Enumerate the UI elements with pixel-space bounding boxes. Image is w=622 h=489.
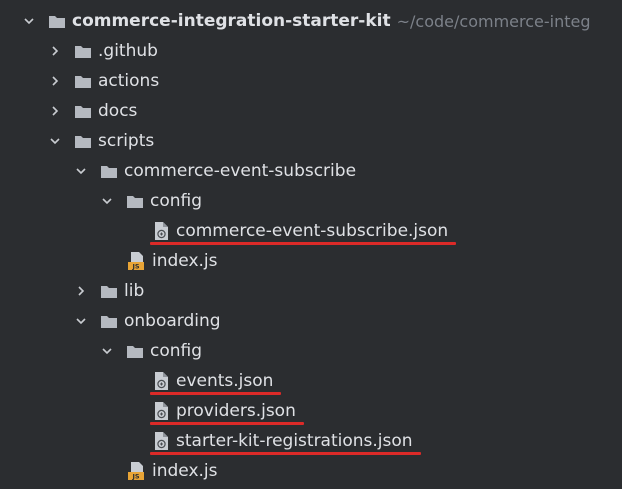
folder-icon [100,314,118,328]
folder-icon [100,164,118,178]
project-path: ~/code/commerce-integ [396,11,591,31]
tree-row-lib[interactable]: lib [0,276,622,306]
tree-row-config[interactable]: config [0,336,622,366]
chevron-down-icon[interactable] [100,194,114,208]
folder-icon [126,194,144,208]
tree-row-docs[interactable]: docs [0,96,622,126]
folder-icon [74,74,92,88]
tree-row-config[interactable]: config [0,186,622,216]
chevron-down-icon[interactable] [22,14,36,28]
tree-row-index-js[interactable]: JS index.js [0,456,622,486]
folder-icon [100,284,118,298]
folder-icon [48,14,66,28]
chevron-down-icon[interactable] [74,314,88,328]
tree-row-onboarding[interactable]: onboarding [0,306,622,336]
svg-text:JS: JS [131,473,139,481]
tree-item-label: config [150,191,203,211]
folder-icon [74,44,92,58]
tree-item-label: scripts [98,131,155,151]
chevron-down-icon[interactable] [48,134,62,148]
tree-row-index-js[interactable]: JS index.js [0,246,622,276]
tree-item-label: docs [98,101,138,121]
tree-row-commerce-event-subscribe[interactable]: commerce-event-subscribe [0,156,622,186]
chevron-right-icon[interactable] [48,104,62,118]
chevron-right-icon[interactable] [48,44,62,58]
tree-item-label: commerce-integration-starter-kit [72,11,391,31]
highlight-underline [150,242,457,245]
tree-item-label: starter-kit-registrations.json [176,431,413,451]
js-file-icon: JS [126,251,146,271]
folder-icon [74,134,92,148]
tree-row-github[interactable]: .github [0,36,622,66]
chevron-down-icon[interactable] [74,164,88,178]
chevron-right-icon[interactable] [48,74,62,88]
tree-row-events-json[interactable]: events.json [0,366,622,396]
tree-item-label: config [150,341,203,361]
highlight-underline [150,422,304,425]
highlight-underline [150,392,282,395]
folder-icon [74,104,92,118]
tree-row-scripts[interactable]: scripts [0,126,622,156]
chevron-right-icon[interactable] [74,284,88,298]
tree-item-label: onboarding [124,311,221,331]
highlight-underline [150,452,421,455]
json-file-icon [152,221,170,241]
tree-row-commerce-integration-starter-kit[interactable]: commerce-integration-starter-kit ~/code/c… [0,6,622,36]
tree-item-label: events.json [176,371,274,391]
folder-icon [126,344,144,358]
tree-item-label: index.js [152,461,218,481]
tree-row-actions[interactable]: actions [0,66,622,96]
tree-item-label: lib [124,281,145,301]
tree-item-label: index.js [152,251,218,271]
js-file-icon: JS [126,461,146,481]
json-file-icon [152,371,170,391]
json-file-icon [152,431,170,451]
tree-item-label: providers.json [176,401,296,421]
tree-item-label: actions [98,71,160,91]
chevron-down-icon[interactable] [100,344,114,358]
tree-item-label: commerce-event-subscribe [124,161,357,181]
tree-row-providers-json[interactable]: providers.json [0,396,622,426]
tree-item-label: commerce-event-subscribe.json [176,221,449,241]
json-file-icon [152,401,170,421]
tree-item-label: .github [98,41,158,61]
project-tree: commerce-integration-starter-kit ~/code/c… [0,0,622,489]
svg-text:JS: JS [131,263,139,271]
